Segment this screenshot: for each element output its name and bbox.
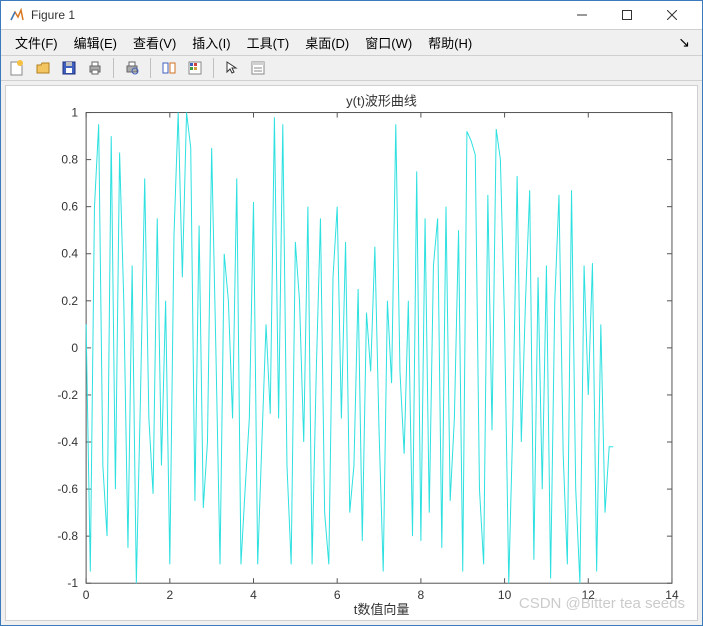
open-icon[interactable]: [31, 56, 55, 80]
colorbar-icon[interactable]: [183, 56, 207, 80]
menu-tools[interactable]: 工具(T): [239, 30, 298, 55]
new-figure-icon[interactable]: [5, 56, 29, 80]
menu-view[interactable]: 查看(V): [125, 30, 184, 55]
menu-desktop[interactable]: 桌面(D): [297, 30, 357, 55]
svg-text:8: 8: [418, 588, 425, 602]
chart: y(t)波形曲线 -1 -0.8 -0.6 -0.4 -0.2 0 0.2 0.4 0.6 0.8…: [6, 86, 697, 620]
dock-arrow-icon[interactable]: ↘: [672, 34, 696, 51]
svg-text:0.4: 0.4: [61, 247, 78, 261]
svg-text:6: 6: [334, 588, 341, 602]
print-icon[interactable]: [83, 56, 107, 80]
menu-file[interactable]: 文件(F): [7, 30, 66, 55]
separator: [113, 58, 114, 78]
plot-canvas[interactable]: y(t)波形曲线 -1 -0.8 -0.6 -0.4 -0.2 0 0.2 0.4 0.6 0.8…: [5, 85, 698, 621]
svg-text:0: 0: [71, 341, 78, 355]
menu-window[interactable]: 窗口(W): [357, 30, 420, 55]
svg-text:0.2: 0.2: [61, 294, 78, 308]
separator: [213, 58, 214, 78]
x-axis-label: t数值向量: [354, 602, 410, 617]
axes: -1 -0.8 -0.6 -0.4 -0.2 0 0.2 0.4 0.6 0.8 1 0 2 4 6 8 10…: [57, 106, 679, 603]
maximize-button[interactable]: [604, 1, 649, 29]
menu-help[interactable]: 帮助(H): [420, 30, 480, 55]
svg-text:0.6: 0.6: [61, 200, 78, 214]
menu-insert[interactable]: 插入(I): [184, 30, 238, 55]
menu-edit[interactable]: 编辑(E): [66, 30, 125, 55]
matlab-icon: [9, 7, 25, 23]
close-button[interactable]: [649, 1, 694, 29]
svg-text:-1: -1: [67, 576, 78, 590]
save-icon[interactable]: [57, 56, 81, 80]
svg-text:-0.2: -0.2: [57, 388, 78, 402]
figure-window: Figure 1 文件(F) 编辑(E) 查看(V) 插入(I) 工具(T) 桌…: [0, 0, 703, 626]
window-controls: [559, 1, 694, 29]
svg-text:1: 1: [71, 106, 78, 120]
menubar: 文件(F) 编辑(E) 查看(V) 插入(I) 工具(T) 桌面(D) 窗口(W…: [1, 30, 702, 56]
svg-text:-0.4: -0.4: [57, 435, 78, 449]
toolbar: [1, 56, 702, 81]
separator: [150, 58, 151, 78]
svg-text:0.8: 0.8: [61, 153, 78, 167]
svg-text:-0.8: -0.8: [57, 529, 78, 543]
titlebar: Figure 1: [1, 1, 702, 30]
pointer-icon[interactable]: [220, 56, 244, 80]
minimize-button[interactable]: [559, 1, 604, 29]
link-icon[interactable]: [157, 56, 181, 80]
svg-text:12: 12: [582, 588, 596, 602]
svg-text:10: 10: [498, 588, 512, 602]
svg-text:14: 14: [665, 588, 679, 602]
svg-text:4: 4: [250, 588, 257, 602]
svg-text:0: 0: [83, 588, 90, 602]
print-preview-icon[interactable]: [120, 56, 144, 80]
plot-area: y(t)波形曲线 -1 -0.8 -0.6 -0.4 -0.2 0 0.2 0.4 0.6 0.8…: [1, 81, 702, 625]
insert-icon[interactable]: [246, 56, 270, 80]
window-title: Figure 1: [31, 8, 559, 22]
svg-text:-0.6: -0.6: [57, 482, 78, 496]
chart-title: y(t)波形曲线: [346, 94, 417, 109]
svg-text:2: 2: [166, 588, 173, 602]
